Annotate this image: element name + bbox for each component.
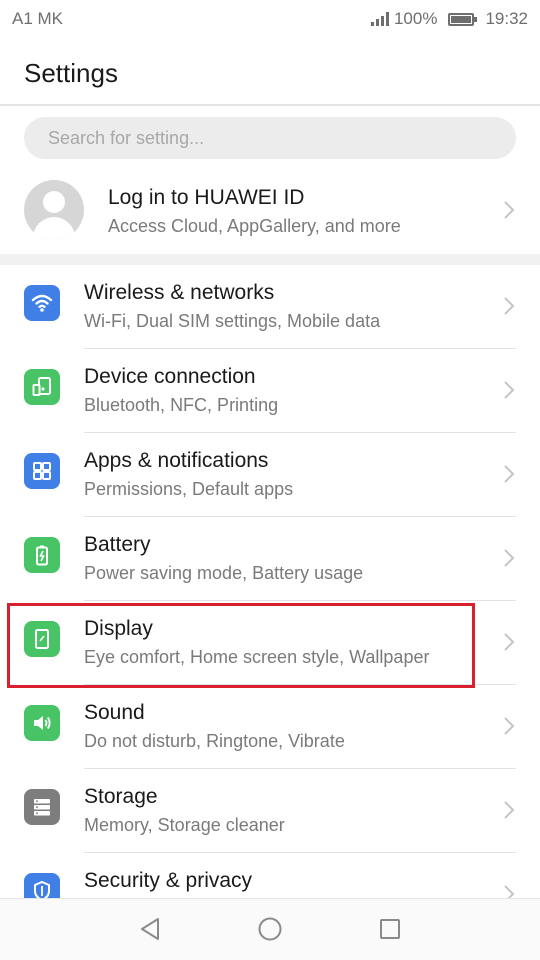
page-title: Settings [24, 58, 118, 88]
item-title: Sound [84, 701, 145, 724]
item-subtitle: Wi-Fi, Dual SIM settings, Mobile data [84, 311, 381, 331]
battery-status-icon [448, 12, 478, 26]
account-title: Log in to HUAWEI ID [108, 186, 305, 209]
item-title: Display [84, 617, 153, 640]
status-bar: A1 MK 100% 19:32 [0, 0, 540, 38]
huawei-id-login-row[interactable]: Log in to HUAWEI ID Access Cloud, AppGal… [0, 170, 540, 252]
back-icon[interactable] [136, 915, 164, 943]
settings-list: Wireless & networks Wi-Fi, Dual SIM sett… [0, 265, 540, 937]
item-subtitle: Power saving mode, Battery usage [84, 563, 364, 583]
chevron-right-icon [504, 465, 515, 483]
settings-item-battery[interactable]: Battery Power saving mode, Battery usage [0, 517, 540, 601]
settings-item-wireless-networks[interactable]: Wireless & networks Wi-Fi, Dual SIM sett… [0, 265, 540, 349]
item-subtitle: Permissions, Default apps [84, 479, 294, 499]
settings-item-storage[interactable]: Storage Memory, Storage cleaner [0, 769, 540, 853]
chevron-right-icon [504, 381, 515, 399]
signal-icon [370, 12, 389, 26]
display-icon [24, 621, 60, 657]
carrier-name: A1 MK [12, 9, 64, 28]
chevron-right-icon [504, 549, 515, 567]
item-subtitle: Memory, Storage cleaner [84, 815, 285, 835]
recents-icon[interactable] [376, 915, 404, 943]
device-connection-icon [24, 369, 60, 405]
status-icons: 100% 19:32 [370, 9, 528, 29]
home-icon[interactable] [256, 915, 284, 943]
battery-icon [24, 537, 60, 573]
search-placeholder: Search for setting... [48, 128, 205, 148]
item-title: Apps & notifications [84, 449, 269, 472]
chevron-right-icon [504, 201, 515, 219]
item-subtitle: Do not disturb, Ringtone, Vibrate [84, 731, 345, 751]
chevron-right-icon [504, 717, 515, 735]
chevron-right-icon [504, 801, 515, 819]
item-title: Device connection [84, 365, 256, 388]
storage-icon [24, 789, 60, 825]
chevron-right-icon [504, 297, 515, 315]
item-title: Wireless & networks [84, 281, 275, 304]
avatar [24, 180, 84, 240]
item-subtitle: Bluetooth, NFC, Printing [84, 395, 279, 415]
search-input[interactable]: Search for setting... [24, 117, 516, 159]
item-title: Battery [84, 533, 151, 556]
settings-item-sound[interactable]: Sound Do not disturb, Ringtone, Vibrate [0, 685, 540, 769]
item-subtitle: Eye comfort, Home screen style, Wallpape… [84, 647, 430, 667]
settings-screen: A1 MK 100% 19:32 Settings Search for set… [0, 0, 540, 960]
header-divider [0, 104, 540, 106]
settings-item-apps-notifications[interactable]: Apps & notifications Permissions, Defaul… [0, 433, 540, 517]
chevron-right-icon [504, 633, 515, 651]
item-title: Security & privacy [84, 869, 253, 892]
navigation-bar [0, 898, 540, 960]
header: Settings [0, 38, 540, 104]
apps-grid-icon [24, 453, 60, 489]
section-divider [0, 254, 540, 265]
speaker-icon [24, 705, 60, 741]
battery-percent: 100% [393, 9, 438, 28]
clock: 19:32 [485, 9, 528, 28]
item-title: Storage [84, 785, 158, 808]
wifi-icon [24, 285, 60, 321]
settings-item-device-connection[interactable]: Device connection Bluetooth, NFC, Printi… [0, 349, 540, 433]
settings-item-display[interactable]: Display Eye comfort, Home screen style, … [0, 601, 540, 685]
account-subtitle: Access Cloud, AppGallery, and more [108, 216, 401, 236]
